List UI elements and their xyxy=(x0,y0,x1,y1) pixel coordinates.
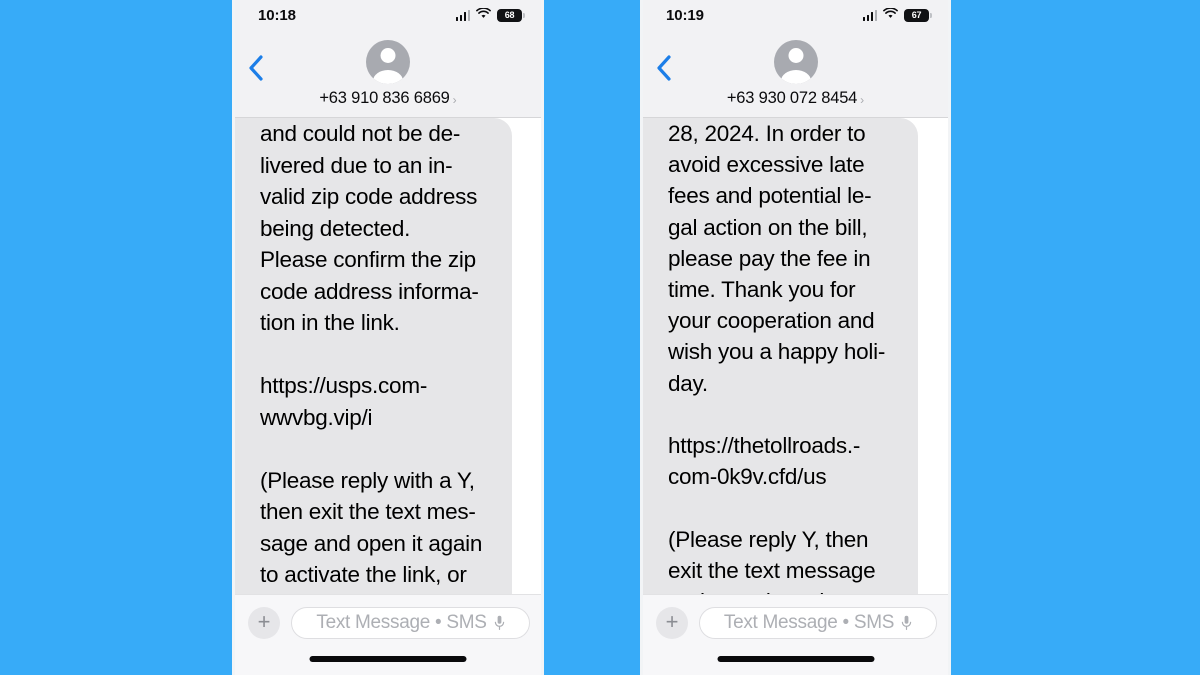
message-thread: 28, 2024. In order to avoid excessive la… xyxy=(640,118,951,594)
avatar-head xyxy=(380,48,396,63)
chevron-right-icon: › xyxy=(860,92,865,107)
status-bar: 10:18 68 xyxy=(232,0,544,30)
contact-block[interactable]: +63 930 072 8454 › xyxy=(640,40,951,108)
contact-block[interactable]: +63 910 836 6869 › xyxy=(232,40,544,108)
microphone-icon[interactable] xyxy=(901,615,912,631)
message-composer: + Text Message • SMS xyxy=(232,594,544,675)
phone-screenshot-right: 10:19 67 +63 930 072 8454 › 28, 2024. In… xyxy=(640,0,951,675)
home-indicator xyxy=(309,656,467,662)
chevron-right-icon: › xyxy=(452,92,457,107)
battery-percent: 68 xyxy=(504,9,515,20)
screenshot-stage: 10:18 68 +63 910 836 6869 › and could no… xyxy=(0,0,1200,675)
cellular-bars-icon xyxy=(862,9,877,21)
message-bubble: 28, 2024. In order to avoid excessive la… xyxy=(640,118,918,594)
status-indicators: 67 xyxy=(862,6,932,24)
message-input[interactable]: Text Message • SMS xyxy=(699,607,937,639)
avatar-body xyxy=(373,70,403,84)
contact-number: +63 910 836 6869 xyxy=(319,89,450,107)
contact-line[interactable]: +63 910 836 6869 › xyxy=(319,89,456,108)
home-indicator xyxy=(717,656,874,662)
contact-avatar-icon xyxy=(773,40,818,84)
status-time: 10:19 xyxy=(666,6,704,24)
message-input-placeholder: Text Message • SMS xyxy=(723,612,895,633)
battery-nub xyxy=(930,12,932,18)
status-indicators: 68 xyxy=(455,6,525,24)
conversation-header: +63 910 836 6869 › xyxy=(232,30,544,118)
add-attachment-button[interactable]: + xyxy=(248,607,280,639)
wifi-icon xyxy=(476,6,491,24)
add-attachment-button[interactable]: + xyxy=(656,607,688,639)
status-time: 10:18 xyxy=(258,6,296,24)
message-input-placeholder: Text Message • SMS xyxy=(316,612,487,633)
message-bubble: and could not be de- livered due to an i… xyxy=(232,118,512,594)
status-bar: 10:19 67 xyxy=(640,0,951,30)
battery-icon: 68 xyxy=(497,8,525,22)
message-input[interactable]: Text Message • SMS xyxy=(291,607,530,639)
avatar-head xyxy=(788,48,803,63)
avatar-body xyxy=(780,70,811,84)
contact-number: +63 930 072 8454 xyxy=(726,89,858,107)
phone-screenshot-left: 10:18 68 +63 910 836 6869 › and could no… xyxy=(232,0,544,675)
wifi-icon xyxy=(883,6,898,24)
contact-avatar-icon xyxy=(366,40,410,84)
contact-line[interactable]: +63 930 072 8454 › xyxy=(727,89,864,108)
battery-icon: 67 xyxy=(904,8,932,22)
cellular-bars-icon xyxy=(455,9,470,21)
battery-nub xyxy=(523,12,525,18)
message-thread: and could not be de- livered due to an i… xyxy=(232,118,544,594)
battery-percent: 67 xyxy=(911,9,922,20)
message-composer: + Text Message • SMS xyxy=(640,594,951,675)
conversation-header: +63 930 072 8454 › xyxy=(640,30,951,118)
microphone-icon[interactable] xyxy=(494,615,505,631)
